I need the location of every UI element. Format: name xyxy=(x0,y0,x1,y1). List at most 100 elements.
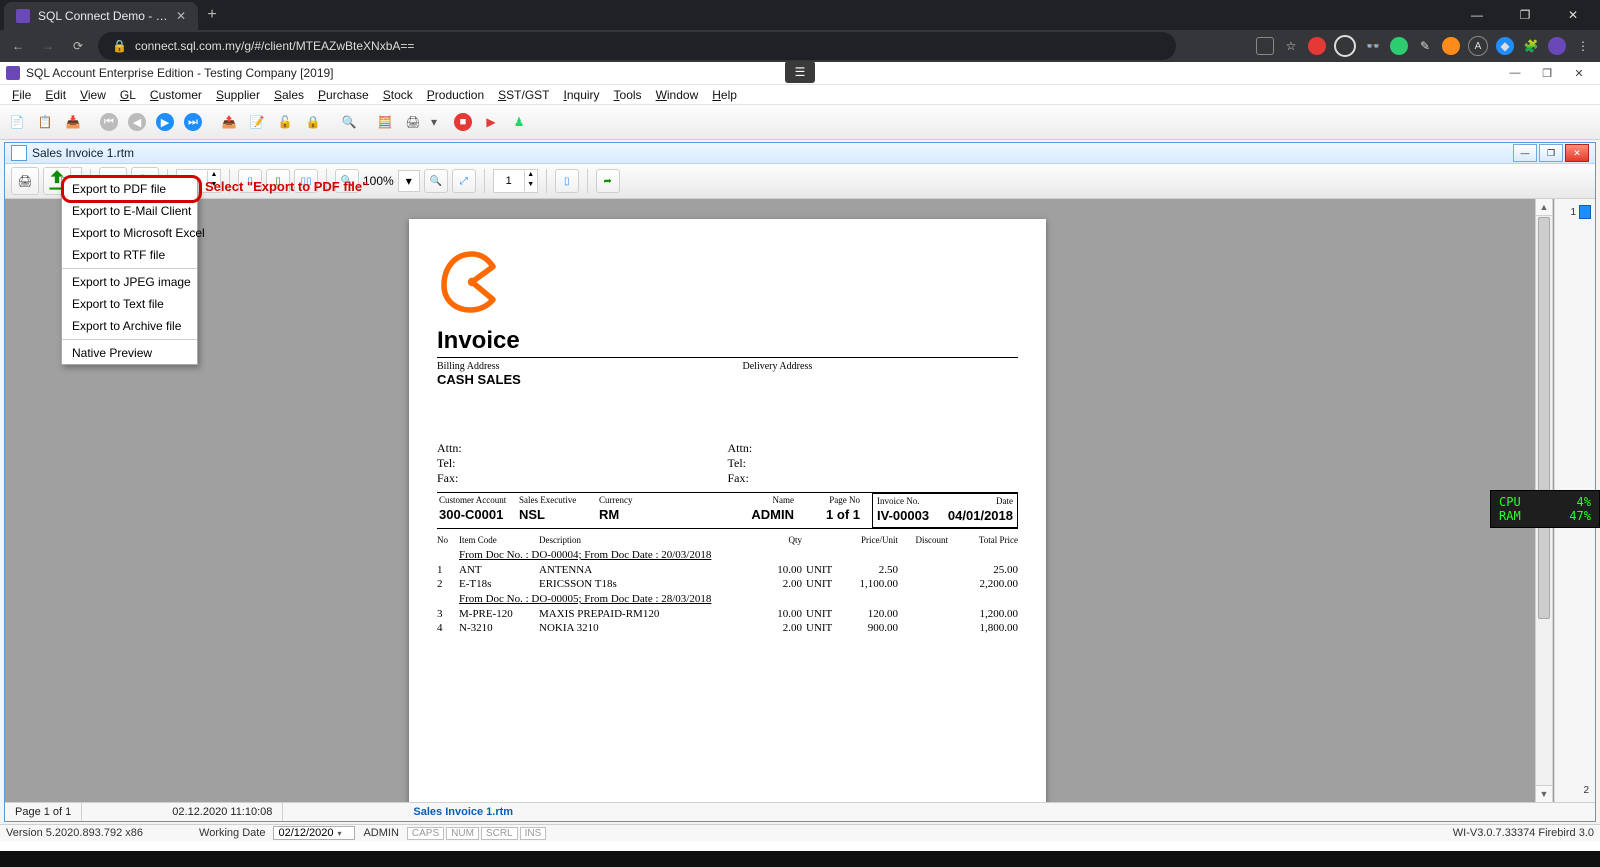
tb-whatsapp-icon[interactable]: ♟ xyxy=(506,109,532,135)
reader-icon[interactable] xyxy=(1256,37,1274,55)
child-close-button[interactable]: ✕ xyxy=(1565,144,1589,162)
tb-notes-icon[interactable]: 📝 xyxy=(244,109,270,135)
menu-sales[interactable]: Sales xyxy=(268,87,310,103)
menu-inquiry[interactable]: Inquiry xyxy=(558,87,606,103)
page-marker-1[interactable]: 1 xyxy=(1570,205,1591,219)
child-window-icon xyxy=(11,145,27,161)
menu-edit[interactable]: Edit xyxy=(39,87,72,103)
tb-export-icon[interactable]: 📤 xyxy=(216,109,242,135)
ext-a-icon[interactable]: A xyxy=(1468,36,1488,56)
app-maximize-button[interactable]: ❐ xyxy=(1532,63,1562,83)
guacamole-menu-button[interactable]: ☰ xyxy=(785,61,815,83)
pv-fit-width-button[interactable]: ⤢ xyxy=(452,169,476,193)
export-menu-item[interactable]: Export to RTF file xyxy=(62,244,197,266)
tb-unlock-icon[interactable]: 🔓 xyxy=(272,109,298,135)
export-menu-item[interactable]: Export to Microsoft Excel xyxy=(62,222,197,244)
ext-circle-icon[interactable] xyxy=(1334,35,1356,57)
address-bar[interactable]: 🔒 connect.sql.com.my/g/#/client/MTEAZwBt… xyxy=(98,32,1176,60)
menu-supplier[interactable]: Supplier xyxy=(210,87,266,103)
nav-back-button[interactable]: ← xyxy=(8,36,28,56)
export-menu-item[interactable]: Export to E-Mail Client xyxy=(62,200,197,222)
ext-pen-icon[interactable]: ✎ xyxy=(1416,37,1434,55)
new-tab-button[interactable]: + xyxy=(198,1,226,29)
tb-new-icon[interactable]: 📄 xyxy=(4,109,30,135)
ext-puzzle-icon[interactable]: 🧩 xyxy=(1522,37,1540,55)
window-close-button[interactable]: ✕ xyxy=(1550,0,1596,30)
export-menu-item[interactable]: Export to Text file xyxy=(62,293,197,315)
child-maximize-button[interactable]: ❐ xyxy=(1539,144,1563,162)
scroll-up-icon[interactable]: ▲ xyxy=(1536,199,1552,216)
menu-customer[interactable]: Customer xyxy=(144,87,208,103)
ext-blue-icon[interactable]: ◆ xyxy=(1496,37,1514,55)
close-tab-icon[interactable]: ✕ xyxy=(176,9,186,23)
pv-copies-spinner[interactable]: ▲▼ xyxy=(493,169,538,193)
invoice-title: Invoice xyxy=(437,327,1018,355)
preview-canvas[interactable]: Invoice Billing Address CASH SALES Deliv… xyxy=(5,199,1595,802)
export-menu-item[interactable]: Export to PDF file xyxy=(62,178,197,200)
chevron-down-icon[interactable]: ▾ xyxy=(338,829,342,838)
window-minimize-button[interactable]: — xyxy=(1454,0,1500,30)
child-minimize-button[interactable]: — xyxy=(1513,144,1537,162)
tb-lock-icon[interactable]: 🔒 xyxy=(300,109,326,135)
tb-youtube-icon[interactable]: ▶ xyxy=(478,109,504,135)
company-logo-icon xyxy=(437,247,507,317)
menu-help[interactable]: Help xyxy=(706,87,743,103)
tb-calc-icon[interactable]: 🧮 xyxy=(372,109,398,135)
tb-nav-last-icon[interactable]: ⏭ xyxy=(180,109,206,135)
bookmark-star-icon[interactable]: ☆ xyxy=(1282,37,1300,55)
pv-zoom-combo[interactable]: ▾ xyxy=(398,170,420,192)
scroll-down-icon[interactable]: ▼ xyxy=(1536,785,1552,802)
fax-label-right: Fax: xyxy=(728,471,1019,486)
pv-share-button[interactable]: ➦ xyxy=(596,169,620,193)
nav-reload-button[interactable]: ⟳ xyxy=(68,36,88,56)
menu-gl[interactable]: GL xyxy=(114,87,142,103)
scroll-thumb[interactable] xyxy=(1538,217,1550,619)
browser-tab[interactable]: SQL Connect Demo - SQL ACC ✕ xyxy=(4,2,198,30)
os-taskbar[interactable] xyxy=(0,851,1600,867)
working-date-field[interactable]: 02/12/2020▾ xyxy=(273,826,355,840)
tb-stop-icon[interactable]: ■ xyxy=(450,109,476,135)
nav-forward-button[interactable]: → xyxy=(38,36,58,56)
tb-paste-icon[interactable]: 📥 xyxy=(60,109,86,135)
tb-search-icon[interactable]: 🔍 xyxy=(336,109,362,135)
export-menu-item[interactable]: Export to Archive file xyxy=(62,315,197,337)
ext-red-icon[interactable] xyxy=(1308,37,1326,55)
app-close-button[interactable]: ✕ xyxy=(1564,63,1594,83)
ext-orange-icon[interactable] xyxy=(1442,37,1460,55)
annotation-label: Select "Export to PDF file" xyxy=(205,179,368,194)
chrome-menu-button[interactable]: ⋮ xyxy=(1574,37,1592,55)
menu-file[interactable]: File xyxy=(6,87,37,103)
menu-stock[interactable]: Stock xyxy=(377,87,419,103)
kb-indicator-ins: INS xyxy=(520,827,547,840)
child-title-text: Sales Invoice 1.rtm xyxy=(32,146,134,160)
export-menu-item[interactable]: Native Preview xyxy=(62,342,197,364)
tb-nav-first-icon[interactable]: ⏮ xyxy=(96,109,122,135)
menu-view[interactable]: View xyxy=(74,87,112,103)
tb-nav-prev-icon[interactable]: ◀ xyxy=(124,109,150,135)
menu-sstgst[interactable]: SST/GST xyxy=(492,87,555,103)
pv-print-button[interactable]: 🖨 xyxy=(11,167,39,195)
pv-layout-button[interactable]: ▯ xyxy=(555,169,579,193)
menu-purchase[interactable]: Purchase xyxy=(312,87,375,103)
profile-avatar[interactable] xyxy=(1548,37,1566,55)
tb-print-dropdown[interactable]: ▾ xyxy=(428,109,440,135)
system-monitor-overlay: CPU4% RAM47% xyxy=(1490,490,1600,528)
tb-print-icon[interactable]: 🖨 xyxy=(400,109,426,135)
app-build: WI-V3.0.7.33374 Firebird 3.0 xyxy=(1453,827,1594,839)
pv-zoom-out-button[interactable]: 🔍 xyxy=(424,169,448,193)
status-timestamp: 02.12.2020 11:10:08 xyxy=(162,806,282,818)
ext-glasses-icon[interactable]: 👓 xyxy=(1364,37,1382,55)
ext-green-icon[interactable] xyxy=(1390,37,1408,55)
menu-window[interactable]: Window xyxy=(650,87,705,103)
tb-copy-icon[interactable]: 📋 xyxy=(32,109,58,135)
tb-nav-next-icon[interactable]: ▶ xyxy=(152,109,178,135)
fax-label-left: Fax: xyxy=(437,471,728,486)
window-maximize-button[interactable]: ❐ xyxy=(1502,0,1548,30)
app-minimize-button[interactable]: — xyxy=(1500,63,1530,83)
menu-production[interactable]: Production xyxy=(421,87,490,103)
pv-copies-input[interactable] xyxy=(494,174,524,188)
page-marker-2[interactable]: 2 xyxy=(1583,785,1589,796)
export-menu-item[interactable]: Export to JPEG image xyxy=(62,271,197,293)
status-file-link[interactable]: Sales Invoice 1.rtm xyxy=(403,806,523,818)
menu-tools[interactable]: Tools xyxy=(608,87,648,103)
